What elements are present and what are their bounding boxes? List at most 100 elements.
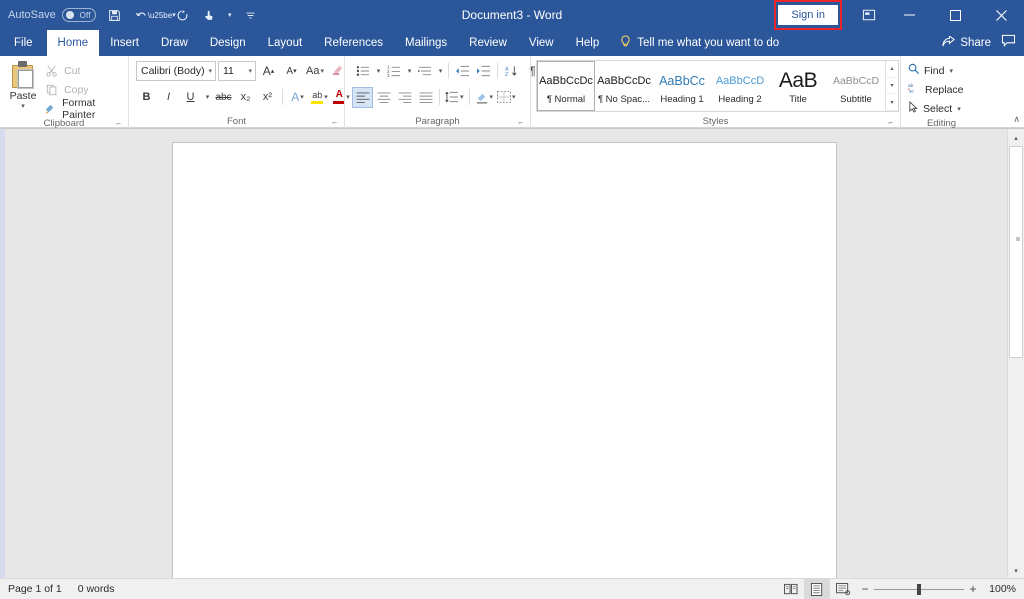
share-button[interactable]: Share xyxy=(942,34,991,51)
highlight-icon: ab xyxy=(311,90,324,104)
undo-dropdown-icon[interactable]: \u25be ▾ xyxy=(148,2,176,28)
customize-quick-access-toolbar-icon[interactable] xyxy=(238,2,264,28)
touch-mode-icon[interactable] xyxy=(196,2,222,28)
underline-button[interactable]: U xyxy=(180,87,201,108)
read-mode-view-button[interactable] xyxy=(778,579,804,599)
tab-view[interactable]: View xyxy=(518,30,565,56)
bullets-dropdown-icon[interactable]: ▾ xyxy=(373,61,383,82)
styles-more-button[interactable]: ▾ xyxy=(886,94,898,112)
clipboard-dialog-launcher[interactable]: ⌐ xyxy=(116,119,121,128)
font-size-dropdown-icon[interactable]: ▾ xyxy=(248,67,252,75)
increase-indent-button[interactable] xyxy=(473,61,494,82)
tab-insert[interactable]: Insert xyxy=(99,30,150,56)
style-subtitle[interactable]: AaBbCcD Subtitle xyxy=(827,61,885,111)
paste-button[interactable]: Paste ▾ xyxy=(5,59,41,110)
find-dropdown-icon[interactable]: ▾ xyxy=(949,67,953,75)
grow-font-button[interactable]: A ▴ xyxy=(258,61,279,82)
strikethrough-button[interactable]: abc xyxy=(213,87,234,108)
font-size-combobox[interactable]: 11 ▾ xyxy=(218,61,256,81)
save-icon[interactable] xyxy=(102,2,128,28)
font-dialog-launcher[interactable]: ⌐ xyxy=(332,118,337,127)
maximize-button[interactable] xyxy=(932,0,978,30)
style-heading-1[interactable]: AaBbCc Heading 1 xyxy=(653,61,711,111)
superscript-button[interactable]: x² xyxy=(257,87,278,108)
paragraph-dialog-launcher[interactable]: ⌐ xyxy=(518,118,523,127)
tab-draw[interactable]: Draw xyxy=(150,30,199,56)
subscript-button[interactable]: x₂ xyxy=(235,87,256,108)
styles-scroll-down-button[interactable]: ▾ xyxy=(886,78,898,95)
style-title[interactable]: AaB Title xyxy=(769,61,827,111)
justify-button[interactable] xyxy=(415,87,436,108)
format-painter-button[interactable]: Format Painter xyxy=(41,96,123,121)
tab-help[interactable]: Help xyxy=(565,30,611,56)
zoom-slider[interactable] xyxy=(874,579,964,599)
styles-dialog-launcher[interactable]: ⌐ xyxy=(888,118,893,127)
comments-icon[interactable] xyxy=(1001,34,1016,52)
scroll-down-arrow[interactable]: ▾ xyxy=(1008,562,1024,579)
autosave-toggle[interactable]: Off xyxy=(61,8,96,22)
tab-design[interactable]: Design xyxy=(199,30,257,56)
tab-references[interactable]: References xyxy=(313,30,394,56)
touch-mode-dropdown-icon[interactable]: ▾ xyxy=(222,2,238,28)
tab-review[interactable]: Review xyxy=(458,30,518,56)
paste-dropdown-icon[interactable]: ▾ xyxy=(21,103,25,110)
font-name-dropdown-icon[interactable]: ▾ xyxy=(208,67,212,75)
align-left-button[interactable] xyxy=(352,86,373,108)
zoom-level-label[interactable]: 100% xyxy=(982,583,1016,595)
change-case-button[interactable]: Aa ▾ xyxy=(304,61,326,82)
replace-button[interactable]: ab ac Replace xyxy=(906,80,966,99)
bullets-button[interactable] xyxy=(352,61,373,82)
underline-dropdown-icon[interactable]: ▾ xyxy=(202,87,212,108)
editing-group-body: Find ▾ ab ac Replace Select ▾ xyxy=(906,59,977,118)
multilevel-list-dropdown-icon[interactable]: ▾ xyxy=(435,61,445,82)
text-highlight-color-button[interactable]: ab ▾ xyxy=(309,87,330,108)
ribbon-display-options-icon[interactable] xyxy=(852,9,886,21)
collapse-ribbon-button[interactable]: ∧ xyxy=(1013,114,1020,125)
print-layout-view-button[interactable] xyxy=(804,578,830,599)
style-normal[interactable]: AaBbCcDc ¶ Normal xyxy=(537,61,595,111)
tab-file[interactable]: File xyxy=(0,30,47,56)
select-button[interactable]: Select ▾ xyxy=(906,99,963,118)
word-count-status[interactable]: 0 words xyxy=(78,583,115,595)
styles-scroll-up-button[interactable]: ▴ xyxy=(886,61,898,78)
numbering-dropdown-icon[interactable]: ▾ xyxy=(404,61,414,82)
cut-button[interactable]: Cut xyxy=(41,61,123,80)
tab-home[interactable]: Home xyxy=(46,30,100,56)
style-no-spacing[interactable]: AaBbCcDc ¶ No Spac... xyxy=(595,61,653,111)
select-dropdown-icon[interactable]: ▾ xyxy=(957,105,961,113)
line-spacing-button[interactable]: ▾ xyxy=(443,87,466,108)
page-number-status[interactable]: Page 1 of 1 xyxy=(8,583,62,595)
zoom-in-button[interactable]: + xyxy=(964,582,982,596)
zoom-slider-handle[interactable] xyxy=(917,583,921,595)
tell-me-search[interactable]: Tell me what you want to do xyxy=(610,30,789,56)
redo-icon[interactable] xyxy=(170,2,196,28)
find-button[interactable]: Find ▾ xyxy=(906,61,955,80)
sign-in-button[interactable]: Sign in xyxy=(778,5,838,25)
close-button[interactable] xyxy=(978,0,1024,30)
tab-mailings[interactable]: Mailings xyxy=(394,30,458,56)
numbering-button[interactable]: 123 xyxy=(383,61,404,82)
zoom-out-button[interactable]: − xyxy=(856,582,874,596)
borders-button[interactable]: ▾ xyxy=(495,87,518,108)
font-name-combobox[interactable]: Calibri (Body) ▾ xyxy=(136,61,216,81)
autosave-control[interactable]: AutoSave Off xyxy=(8,8,96,22)
vertical-scrollbar[interactable]: ▴ ▾ xyxy=(1007,129,1024,579)
align-center-button[interactable] xyxy=(373,87,394,108)
style-heading-2[interactable]: AaBbCcD Heading 2 xyxy=(711,61,769,111)
sort-button[interactable]: AZ xyxy=(501,61,522,82)
scroll-up-arrow[interactable]: ▴ xyxy=(1008,129,1024,146)
align-right-button[interactable] xyxy=(394,87,415,108)
multilevel-list-button[interactable] xyxy=(414,61,435,82)
italic-button[interactable]: I xyxy=(158,87,179,108)
web-layout-view-button[interactable] xyxy=(830,579,856,599)
bold-button[interactable]: B xyxy=(136,87,157,108)
document-page[interactable] xyxy=(173,143,836,579)
shrink-font-button[interactable]: A ▾ xyxy=(281,61,302,82)
scrollbar-thumb[interactable] xyxy=(1009,146,1023,358)
decrease-indent-button[interactable] xyxy=(452,61,473,82)
format-painter-label: Format Painter xyxy=(62,96,96,121)
tab-layout[interactable]: Layout xyxy=(257,30,314,56)
text-effects-button[interactable]: A ▾ xyxy=(287,87,308,108)
minimize-button[interactable] xyxy=(886,0,932,30)
shading-button[interactable]: ▾ xyxy=(473,87,496,108)
